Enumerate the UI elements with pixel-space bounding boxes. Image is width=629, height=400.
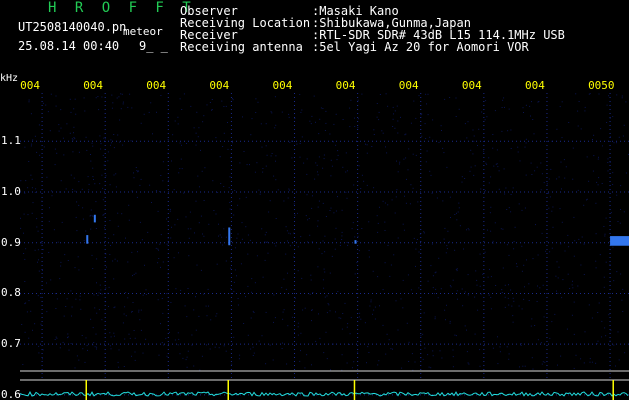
- x-tick-label: 004: [335, 79, 356, 92]
- meteor-echo: [610, 236, 629, 246]
- x-tick-label: 004: [20, 79, 40, 92]
- y-tick-label: 0.9: [1, 235, 21, 249]
- date-time: 25.08.14 00:40: [18, 39, 120, 53]
- antenna-value: :5el Yagi Az 20 for Aomori VOR: [312, 40, 529, 54]
- x-tick-label: 004: [146, 79, 167, 92]
- x-tick-label: 004: [461, 79, 482, 92]
- x-tick-label: 004: [209, 79, 230, 92]
- hrofft-screen: H R O F F T UT2508140040.pn meteor 25.08…: [0, 0, 629, 400]
- x-tick-label: 0050: [588, 79, 615, 92]
- x-tick-label: 004: [272, 79, 293, 92]
- spectrogram-plot: [20, 93, 629, 400]
- y-tick-label: 0.7: [1, 337, 21, 351]
- y-tick-label: 1.0: [1, 184, 21, 198]
- app-brand: H R O F F T: [48, 0, 196, 16]
- meteor-echo: [228, 227, 231, 246]
- meteor-label: meteor: [123, 25, 163, 38]
- noise-layer: [20, 93, 629, 371]
- khz-axis-label: kHz: [0, 73, 19, 84]
- x-tick-label: 004: [524, 79, 545, 92]
- antenna-label: Receiving antenna: [180, 40, 303, 54]
- y-tick-label: 0.6: [1, 387, 21, 400]
- meteor-echo: [354, 240, 357, 244]
- y-tick-label: 1.1: [1, 134, 21, 148]
- count-marker: 9_ _: [139, 39, 168, 53]
- meteor-echo: [93, 214, 96, 223]
- x-tick-label: 004: [398, 79, 419, 92]
- x-tick-label: 004: [83, 79, 104, 92]
- y-tick-label: 0.8: [1, 286, 21, 300]
- meteor-echo: [86, 235, 89, 244]
- file-name: UT2508140040.pn: [18, 20, 127, 34]
